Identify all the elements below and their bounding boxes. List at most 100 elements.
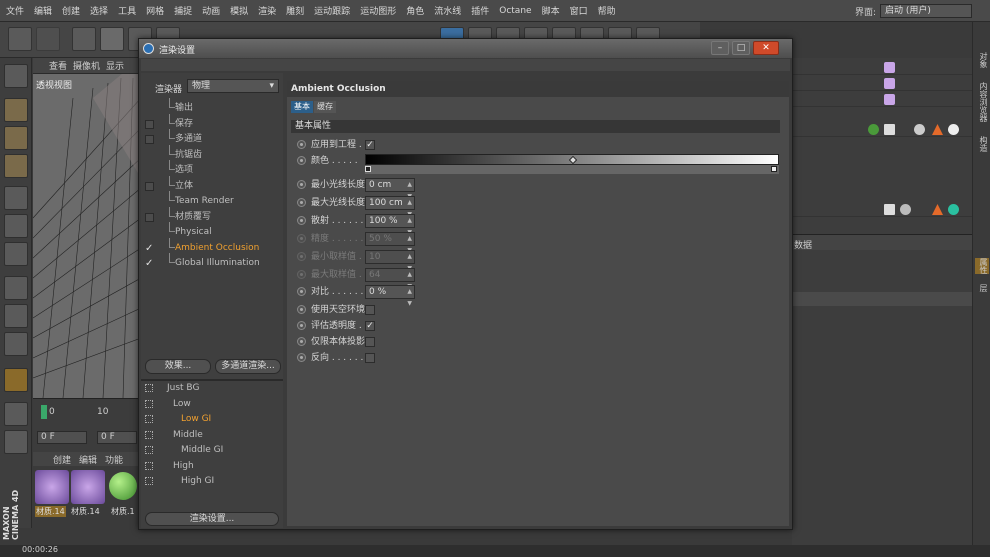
grid-icon[interactable] — [4, 402, 28, 426]
animate-radio-icon[interactable] — [297, 156, 306, 165]
maximize-button[interactable]: □ — [732, 41, 750, 55]
animate-radio-icon[interactable] — [297, 140, 306, 149]
viewport[interactable] — [33, 58, 141, 398]
stepper-icon[interactable]: ▲▼ — [407, 286, 412, 310]
timeline[interactable]: 0 10 0 F 0 F — [33, 398, 141, 452]
menu-item[interactable]: 角色 — [406, 4, 424, 17]
cone-tag-icon[interactable] — [932, 124, 943, 135]
menu-item[interactable]: 运动图形 — [360, 4, 396, 17]
enable-checkbox[interactable] — [145, 181, 154, 191]
settings-item[interactable]: ✓ Global Illumination — [145, 253, 281, 271]
tab-layers[interactable]: 层 — [975, 284, 989, 292]
object-mode-icon[interactable] — [4, 98, 28, 122]
parameter-checkbox[interactable]: ✓ — [365, 321, 375, 331]
renderer-select[interactable]: 物理 ▾ — [187, 79, 279, 93]
menu-item[interactable]: 捕捉 — [174, 4, 192, 17]
menu-item[interactable]: 流水线 — [434, 4, 461, 17]
settings-item[interactable]: ✓ Ambient Occlusion — [145, 237, 281, 256]
animate-radio-icon[interactable] — [297, 287, 306, 296]
menu-item[interactable]: 创建 — [62, 4, 80, 17]
preset-item[interactable]: Low — [145, 397, 281, 412]
gradient-midpoint[interactable] — [568, 155, 578, 165]
select-tool-icon[interactable] — [72, 27, 96, 51]
parameter-checkbox[interactable] — [365, 305, 375, 315]
settings-item[interactable]: 多通道 — [145, 129, 281, 147]
preset-item[interactable]: Middle GI — [145, 443, 281, 458]
settings-item[interactable]: 抗锯齿 — [145, 144, 281, 163]
playhead[interactable] — [41, 405, 47, 419]
frame-field-left[interactable]: 0 F — [37, 431, 87, 444]
parameter-checkbox[interactable]: ✓ — [365, 140, 375, 150]
menu-item[interactable]: 渲染 — [258, 4, 276, 17]
sphere-tag-icon[interactable] — [868, 124, 879, 135]
magnet-icon[interactable] — [4, 368, 28, 392]
material-swatch[interactable] — [35, 470, 69, 504]
menu-item[interactable]: Octane — [499, 6, 531, 16]
animate-radio-icon[interactable] — [297, 216, 306, 225]
menu-item[interactable]: 运动跟踪 — [314, 4, 350, 17]
parameter-number-field[interactable]: 100 cm▲▼ — [365, 196, 415, 218]
checkmark-icon[interactable]: ✓ — [145, 256, 153, 271]
object-row[interactable] — [792, 60, 972, 75]
material-menu-edit[interactable]: 编辑 — [79, 453, 97, 466]
animate-radio-icon[interactable] — [297, 180, 306, 189]
menu-item[interactable]: 帮助 — [598, 4, 616, 17]
preset-item[interactable]: Just BG — [145, 381, 281, 396]
enable-checkbox[interactable] — [145, 135, 154, 144]
enable-checkbox[interactable] — [145, 119, 154, 129]
parameter-number-field[interactable]: 100 %▲▼ — [365, 214, 415, 236]
cone-tag-icon[interactable] — [932, 204, 943, 215]
tab-objects[interactable]: 对象 — [975, 52, 989, 68]
material-swatch[interactable] — [109, 472, 137, 500]
animate-radio-icon[interactable] — [297, 305, 306, 314]
animate-radio-icon[interactable] — [297, 321, 306, 330]
sphere-tag-icon[interactable] — [914, 124, 925, 135]
preset-item[interactable]: Middle — [145, 428, 281, 443]
parameter-checkbox[interactable] — [365, 337, 375, 347]
menu-item[interactable]: 工具 — [118, 4, 136, 17]
checker-tag-icon[interactable] — [884, 204, 895, 215]
settings-item[interactable]: 立体 — [145, 175, 281, 194]
material-tag-icon[interactable] — [884, 78, 895, 89]
checker-tag-icon[interactable] — [884, 124, 895, 135]
parameter-number-field[interactable]: 0 cm▲▼ — [365, 178, 415, 200]
edges-mode-icon[interactable] — [4, 214, 28, 238]
lock-icon[interactable] — [4, 430, 28, 454]
parameter-checkbox[interactable] — [365, 353, 375, 363]
close-button[interactable]: ✕ — [753, 41, 779, 55]
render-settings-button[interactable]: 渲染设置... — [145, 512, 279, 526]
viewport-menu-camera[interactable]: 摄像机 — [73, 59, 100, 72]
object-row[interactable] — [792, 76, 972, 91]
gradient-knob-black[interactable] — [365, 166, 371, 172]
material-menu-create[interactable]: 创建 — [53, 453, 71, 466]
menu-item[interactable]: 模拟 — [230, 4, 248, 17]
menu-item[interactable]: 文件 — [6, 4, 24, 17]
animate-radio-icon[interactable] — [297, 198, 306, 207]
snap-icon[interactable] — [4, 332, 28, 356]
axis-icon[interactable] — [4, 276, 28, 300]
settings-item[interactable]: 选项 — [145, 160, 281, 178]
object-row[interactable] — [792, 202, 972, 217]
parameter-number-field[interactable]: 0 % ▲ ▼ — [365, 285, 415, 307]
material-tag-icon[interactable] — [884, 94, 895, 105]
tab-cache[interactable]: 缓存 — [314, 101, 336, 113]
material-menu-function[interactable]: 功能 — [105, 453, 123, 466]
menu-item[interactable]: 脚本 — [542, 4, 560, 17]
multipass-render-button[interactable]: 多通道渲染... — [215, 359, 281, 374]
material-tag-icon[interactable] — [884, 62, 895, 73]
undo-icon[interactable] — [8, 27, 32, 51]
tab-basic[interactable]: 基本 — [291, 101, 313, 113]
color-gradient[interactable] — [365, 154, 779, 165]
settings-item[interactable]: 保存 — [145, 113, 281, 132]
menu-item[interactable]: 网格 — [146, 4, 164, 17]
tab-structure[interactable]: 构造 — [975, 136, 989, 152]
points-mode-icon[interactable] — [4, 186, 28, 210]
checkmark-icon[interactable]: ✓ — [145, 241, 153, 256]
material-swatch[interactable] — [71, 470, 105, 504]
workplane-icon[interactable] — [4, 154, 28, 178]
menu-item[interactable]: 雕刻 — [286, 4, 304, 17]
layout-select[interactable]: 启动 (用户) — [880, 4, 972, 18]
model-mode-icon[interactable] — [4, 64, 28, 88]
animate-radio-icon[interactable] — [297, 252, 306, 261]
menu-item[interactable]: 选择 — [90, 4, 108, 17]
